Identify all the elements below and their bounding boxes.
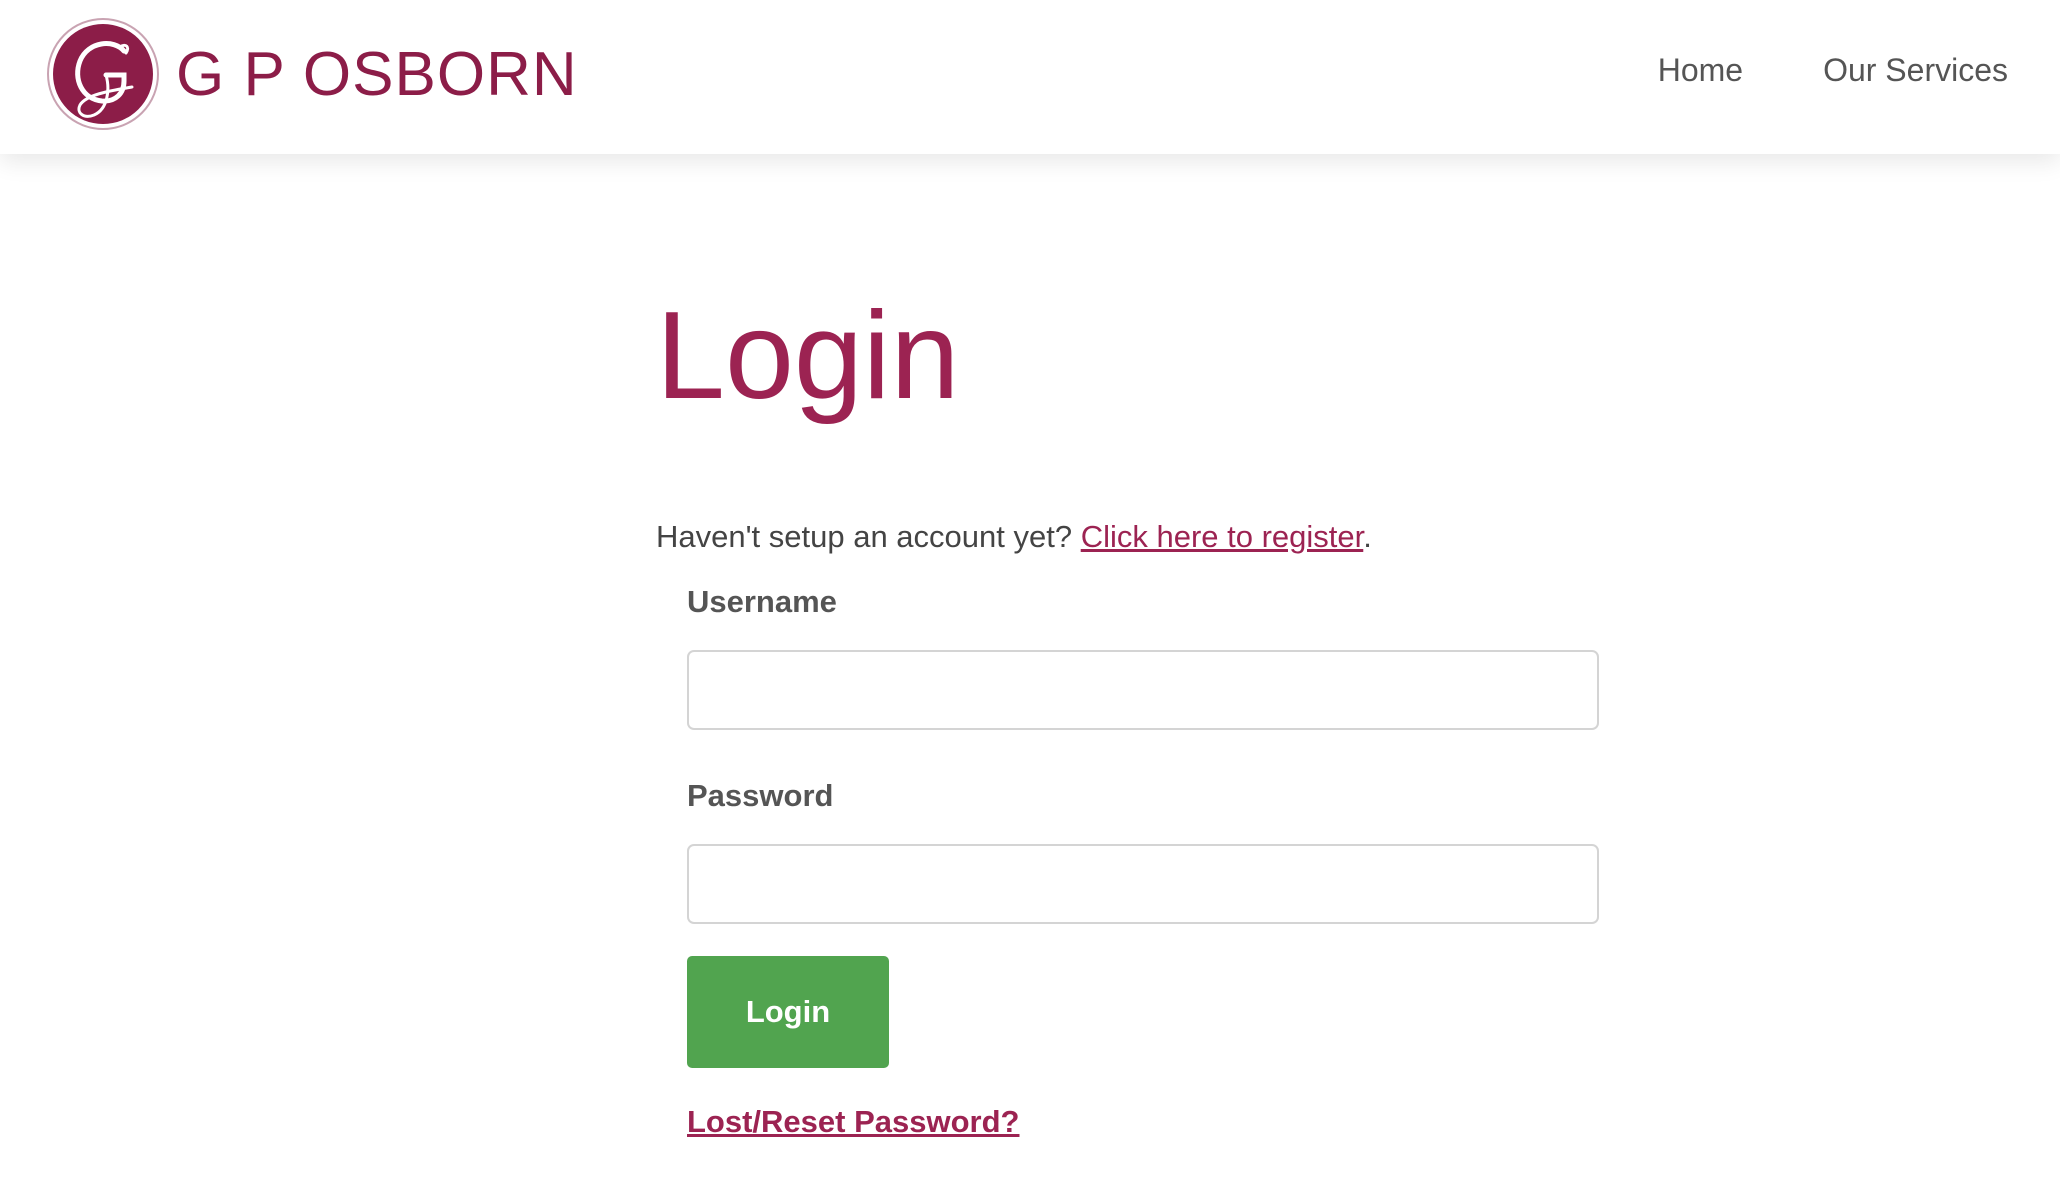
register-suffix: .: [1363, 519, 1372, 554]
register-prompt-text: Haven't setup an account yet?: [656, 519, 1081, 554]
username-label: Username: [687, 584, 837, 619]
nav-home-link[interactable]: Home: [1658, 52, 1743, 89]
register-link[interactable]: Click here to register: [1081, 519, 1364, 554]
page-title: Login: [656, 287, 960, 425]
username-input[interactable]: [687, 650, 1599, 730]
login-form: Username Password Login Lost/Reset Passw…: [687, 584, 1601, 1140]
brand-logo-link[interactable]: G P OSBORN: [46, 16, 578, 132]
password-label: Password: [687, 778, 834, 813]
password-input[interactable]: [687, 844, 1599, 924]
nav-services-link[interactable]: Our Services: [1823, 52, 2008, 89]
brand-name: G P OSBORN: [176, 39, 578, 109]
g-monogram-logo-icon: [47, 18, 159, 130]
site-header: G P OSBORN Home Our Services: [0, 0, 2060, 154]
main-nav: Home Our Services: [1658, 52, 2008, 89]
register-prompt: Haven't setup an account yet? Click here…: [656, 519, 1372, 555]
login-button[interactable]: Login: [687, 956, 889, 1068]
lost-password-link[interactable]: Lost/Reset Password?: [687, 1104, 1019, 1140]
